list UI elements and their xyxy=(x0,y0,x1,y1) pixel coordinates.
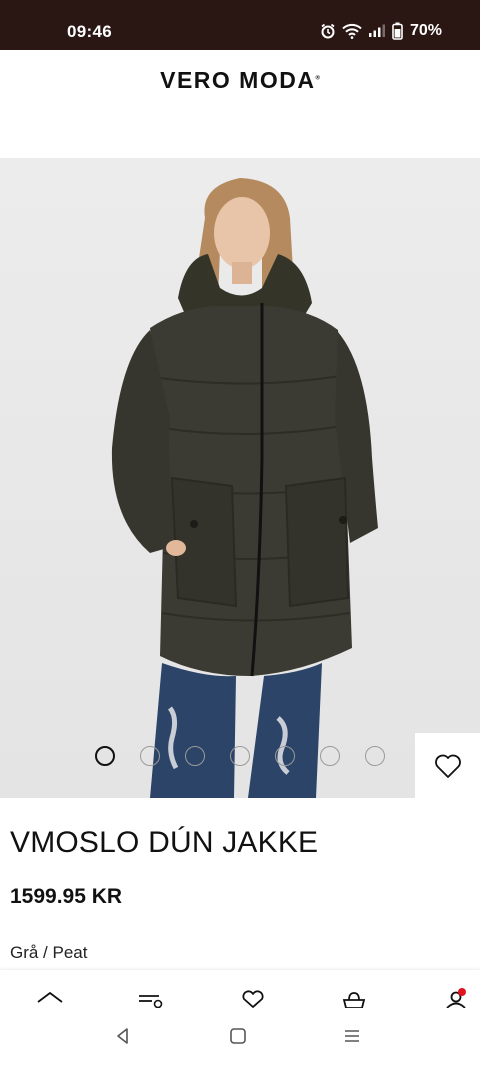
nav-categories[interactable] xyxy=(130,988,170,1010)
account-icon xyxy=(446,988,466,1008)
product-photo-illustration xyxy=(111,178,378,798)
bottom-navigation xyxy=(0,970,480,1012)
status-bar: 09:46 70% xyxy=(0,0,480,50)
system-back-button[interactable] xyxy=(113,1026,133,1051)
heart-icon xyxy=(434,754,461,778)
carousel-dot-7[interactable] xyxy=(365,746,385,766)
system-home-button[interactable] xyxy=(228,1026,248,1051)
home-icon xyxy=(37,991,63,1003)
alarm-icon xyxy=(320,23,336,39)
home-square-icon xyxy=(230,1028,246,1044)
back-icon xyxy=(117,1028,128,1044)
app-header: VERO MODA® xyxy=(0,50,480,158)
status-time: 09:46 xyxy=(67,22,112,41)
product-image[interactable] xyxy=(0,158,480,798)
nav-home[interactable] xyxy=(30,988,70,1010)
wifi-icon xyxy=(342,23,362,39)
brand-registered-mark: ® xyxy=(315,75,320,82)
brand-name: VERO MODA xyxy=(160,67,316,93)
product-color: Grå / Peat xyxy=(10,943,88,962)
system-recents-button[interactable] xyxy=(342,1026,362,1051)
bag-icon xyxy=(342,992,366,1008)
product-price: 1599.95 KR xyxy=(10,885,123,908)
nav-account[interactable] xyxy=(436,988,476,1010)
signal-icon xyxy=(368,24,386,38)
image-carousel-dots xyxy=(95,746,385,766)
product-title: VMOSLO DÚN JAKKE xyxy=(10,826,319,859)
carousel-dot-4[interactable] xyxy=(230,746,250,766)
battery-percent: 70% xyxy=(409,22,442,39)
status-icons: 70% xyxy=(320,22,442,40)
nav-wishlist[interactable] xyxy=(233,988,273,1010)
brand-logo[interactable]: VERO MODA® xyxy=(0,67,480,94)
notification-dot xyxy=(458,988,466,996)
carousel-dot-5[interactable] xyxy=(275,746,295,766)
recents-icon xyxy=(345,1030,359,1042)
carousel-dot-2[interactable] xyxy=(140,746,160,766)
carousel-dot-3[interactable] xyxy=(185,746,205,766)
nav-bag[interactable] xyxy=(334,988,374,1010)
battery-icon xyxy=(392,22,403,40)
carousel-dot-6[interactable] xyxy=(320,746,340,766)
categories-icon xyxy=(139,995,163,1008)
add-to-wishlist-button[interactable] xyxy=(415,733,480,798)
carousel-dot-1[interactable] xyxy=(95,746,115,766)
wishlist-icon xyxy=(242,990,264,1008)
system-navigation-bar xyxy=(0,1012,480,1067)
